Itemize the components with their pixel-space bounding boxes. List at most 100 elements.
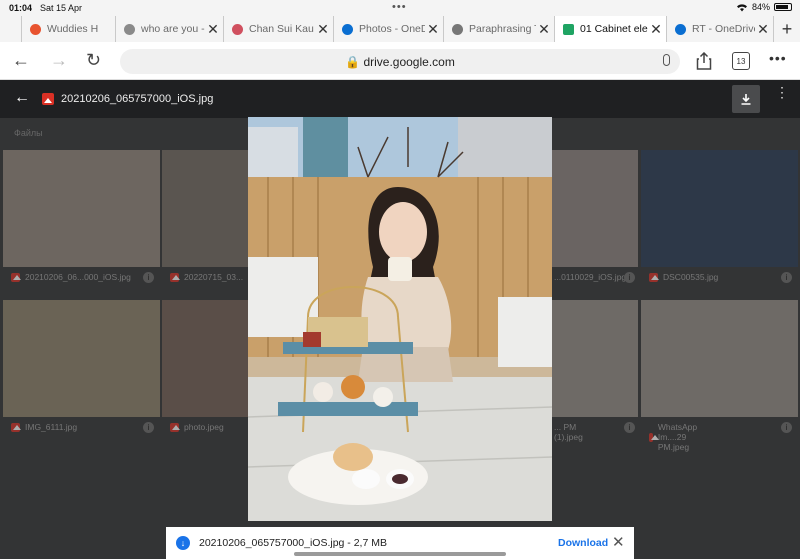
file-thumbnail [552,300,638,417]
download-icon [741,94,751,105]
tab-favicon-icon [232,23,243,35]
tab-wuddies[interactable]: Wuddies H [22,16,116,42]
tab-title: 01 Cabinet elec [580,23,648,35]
close-icon[interactable]: ✕ [612,533,625,551]
tab-title: Photos - OneDr [359,23,425,35]
file-name: WhatsApp Im....29 PM.jpeg [657,422,698,452]
close-tab-icon[interactable]: ✕ [425,21,441,38]
close-tab-icon[interactable]: ✕ [205,21,221,38]
tab-paraphrasing[interactable]: Paraphrasing T ✕ [444,16,555,42]
more-vert-icon[interactable]: ⋮ [775,85,789,99]
file-thumbnail [641,150,798,267]
photo-preview[interactable] [248,117,552,521]
share-icon[interactable] [696,52,712,70]
status-date: Sat 15 Apr [40,3,83,13]
home-indicator[interactable] [294,552,506,556]
address-bar[interactable]: 🔒 drive.google.com [120,49,680,74]
file-caption: ...0110029_iOS.jpg [554,272,626,282]
more-options-icon[interactable]: ••• [769,50,787,66]
tab-switcher-button[interactable]: 13 [732,52,750,70]
tab-who-are-you[interactable]: who are you - A ✕ [116,16,224,42]
download-file-info: 20210206_065757000_iOS.jpg - 2,7 MB [199,537,387,549]
back-arrow-icon[interactable]: ← [14,89,30,107]
file-caption: 20210206_06...000_iOS.jpg [11,272,131,282]
file-name: ... PM (1).jpeg [554,422,583,442]
forward-arrow-icon[interactable]: → [50,50,68,71]
quill-icon [452,23,463,35]
globe-icon [124,23,135,35]
file-caption: 20220715_03... [170,272,243,282]
close-tab-icon[interactable]: ✕ [536,21,552,38]
file-caption: DSC00535.jpg [649,272,718,282]
status-right: 84% [736,2,792,12]
close-tab-icon[interactable]: ✕ [315,21,331,38]
file-thumbnail [641,300,798,417]
tab-strip: Wuddies H who are you - A ✕ Chan Sui Kau… [0,16,800,42]
file-name: ...0110029_iOS.jpg [554,272,627,282]
file-thumbnail [162,300,248,417]
wifi-icon [736,3,747,11]
info-icon[interactable]: i [781,422,792,433]
file-caption: photo.jpeg [170,422,224,432]
close-tab-icon[interactable]: ✕ [755,21,771,38]
status-time: 01:04 [9,3,33,13]
tab-title: Paraphrasing T [469,23,536,35]
info-icon[interactable]: i [143,422,154,433]
reload-icon[interactable]: ↻ [86,50,101,71]
download-button[interactable] [732,85,760,113]
file-name: IMG_6111.jpg [25,422,78,432]
section-label: Файлы [14,128,43,138]
multitasking-dots-icon[interactable]: ••• [392,1,407,13]
info-icon[interactable]: i [624,272,635,283]
image-file-icon [170,422,180,432]
tab-title: RT - OneDrive [692,23,755,35]
tab-title: Wuddies H [47,23,99,35]
file-caption: ... PM (1).jpeg [554,422,583,442]
file-thumbnail [3,150,160,267]
file-name: DSC00535.jpg [663,272,719,282]
tab-cabinet-active[interactable]: 01 Cabinet elec ✕ [555,16,667,42]
url-text: 🔒 drive.google.com [345,55,455,69]
file-thumbnail [3,300,160,417]
tab-photos-onedrive[interactable]: Photos - OneDr ✕ [334,16,444,42]
image-file-icon [649,432,659,442]
viewer-header: ← 20210206_065757000_iOS.jpg ⋮ [0,80,800,118]
back-arrow-icon[interactable]: ← [12,50,30,71]
image-file-icon [11,272,21,282]
info-icon[interactable]: i [781,272,792,283]
viewer-file-name: 20210206_065757000_iOS.jpg [61,93,214,105]
onedrive-cloud-icon [342,23,353,35]
file-name: 20220715_03... [184,272,244,282]
toolbar: ← → ↻ 🔒 drive.google.com 13 ••• [0,42,800,80]
download-progress-icon: ↓ [176,536,190,550]
microphone-icon[interactable] [663,54,670,66]
file-caption: WhatsApp Im....29 PM.jpeg [649,422,702,452]
new-tab-icon[interactable]: + [774,16,800,42]
download-link[interactable]: Download [558,537,608,549]
close-tab-icon[interactable]: ✕ [648,21,664,38]
image-file-icon [649,272,659,282]
onedrive-cloud-icon [675,23,686,35]
info-icon[interactable]: i [624,422,635,433]
tab-rt-onedrive[interactable]: RT - OneDrive ✕ [667,16,774,42]
file-thumbnail [552,150,638,267]
info-icon[interactable]: i [143,272,154,283]
tab-chan-sui-kau[interactable]: Chan Sui Kau H ✕ [224,16,334,42]
tab-favicon-icon [30,23,41,35]
image-file-icon [170,272,180,282]
status-bar: 01:04 Sat 15 Apr ••• 84% [0,0,800,16]
drive-file-viewer: Файлы 20210206_06...000_iOS.jpg i 202207… [0,80,800,559]
image-file-icon [42,93,54,105]
file-name: photo.jpeg [184,422,224,432]
battery-percent: 84% [751,2,770,12]
file-thumbnail [162,150,248,267]
file-caption: IMG_6111.jpg [11,422,77,432]
file-name: 20210206_06...000_iOS.jpg [25,272,131,282]
google-drive-icon [563,23,574,35]
url-value: drive.google.com [363,55,455,69]
tab-title: Chan Sui Kau H [249,23,315,35]
tab-title: who are you - A [141,23,205,35]
tab-overflow[interactable] [0,16,22,42]
screen: 01:04 Sat 15 Apr ••• 84% Wuddies H who a… [0,0,800,559]
battery-icon [774,3,792,11]
